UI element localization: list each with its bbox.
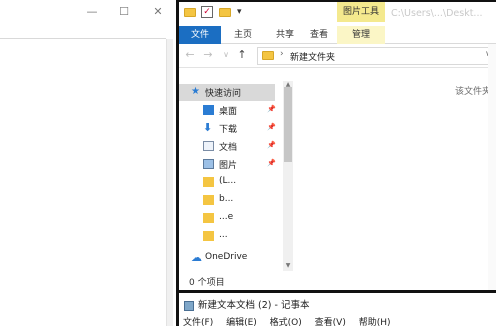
tab-share[interactable]: 共享 <box>269 26 301 44</box>
folder-icon <box>203 213 214 223</box>
nav-label: 文档 <box>219 143 238 153</box>
tab-manage[interactable]: 管理 <box>337 26 385 44</box>
nav-item-folder[interactable]: b... <box>179 192 275 209</box>
picture-tools-header: 图片工具 <box>337 2 385 22</box>
minimize-button[interactable]: — <box>84 4 100 20</box>
item-count: 0 个项目 <box>189 278 225 288</box>
close-button[interactable]: ✕ <box>150 4 166 20</box>
nav-item-folder[interactable]: ...e <box>179 210 275 227</box>
nav-label: b... <box>219 194 234 204</box>
menu-file[interactable]: 文件(F) <box>183 318 213 326</box>
nav-label: 下载 <box>219 125 238 135</box>
nav-item-folder[interactable]: ... <box>179 228 275 245</box>
nav-item-downloads[interactable]: ⬇ 下载 📌 <box>179 120 276 137</box>
nav-label: OneDrive <box>205 252 248 262</box>
folder-icon <box>203 231 214 241</box>
star-icon: ★ <box>191 86 200 97</box>
folder-icon <box>203 177 214 187</box>
nav-label: 图片 <box>219 161 238 171</box>
menu-format[interactable]: 格式(O) <box>270 318 302 326</box>
up-arrow-icon[interactable]: ↑ <box>235 47 249 63</box>
status-bar: 0 个项目 <box>179 272 496 290</box>
address-field[interactable]: › 新建文件夹 ∨ <box>257 47 496 65</box>
navigation-scrollbar[interactable]: ▲ ▼ <box>283 81 293 271</box>
cloud-icon: ☁ <box>191 251 202 264</box>
pin-icon[interactable]: 📌 <box>267 105 276 113</box>
background-titlebar: — ☐ ✕ <box>0 0 176 26</box>
window-title-path: C:\Users\...\Deskt... <box>391 8 483 19</box>
nav-item-onedrive[interactable]: ☁ OneDrive <box>179 250 275 267</box>
forward-arrow-icon[interactable]: → <box>201 47 215 63</box>
address-bar: ← → ∨ ↑ › 新建文件夹 ∨ <box>179 44 496 68</box>
quick-access-dropdown-icon[interactable]: ▾ <box>237 6 249 18</box>
nav-item-desktop[interactable]: 桌面 📌 <box>179 102 276 119</box>
ribbon-tabs: 文件 主页 共享 查看 管理 <box>179 26 496 44</box>
nav-item-quick-access[interactable]: ★ 快速访问 <box>179 84 275 101</box>
nav-label: ...e <box>219 212 234 222</box>
scroll-thumb[interactable] <box>284 87 292 162</box>
nav-label: (L... <box>219 176 237 186</box>
tab-home[interactable]: 主页 <box>227 26 259 44</box>
navigation-pane: ★ 快速访问 桌面 📌 ⬇ 下载 📌 文档 📌 图片 📌 (L... b... … <box>179 80 285 274</box>
explorer-titlebar: ✓ ▾ 图片工具 C:\Users\...\Deskt... <box>179 2 496 26</box>
folder-icon <box>203 195 214 205</box>
folder-icon <box>184 6 196 18</box>
nav-item-documents[interactable]: 文档 📌 <box>179 138 276 155</box>
pin-icon[interactable]: 📌 <box>267 159 276 167</box>
menu-view[interactable]: 查看(V) <box>315 318 346 326</box>
recent-locations-icon[interactable]: ∨ <box>219 47 233 63</box>
folder-icon <box>262 51 274 60</box>
background-scrollbar[interactable] <box>166 39 173 326</box>
tab-view[interactable]: 查看 <box>303 26 335 44</box>
desktop-icon <box>203 105 214 115</box>
content-scrollbar[interactable] <box>488 44 496 290</box>
document-icon <box>203 141 214 151</box>
properties-check-icon[interactable]: ✓ <box>201 6 213 18</box>
download-icon: ⬇ <box>203 121 213 134</box>
pin-icon[interactable]: 📌 <box>267 141 276 149</box>
nav-item-pictures[interactable]: 图片 📌 <box>179 156 276 173</box>
nav-label: ... <box>219 230 228 240</box>
pin-icon[interactable]: 📌 <box>267 123 276 131</box>
scroll-down-icon[interactable]: ▼ <box>283 262 293 269</box>
address-current-folder: 新建文件夹 <box>290 53 336 63</box>
background-ribbon-divider <box>0 38 166 39</box>
back-arrow-icon[interactable]: ← <box>183 47 197 63</box>
tab-file[interactable]: 文件 <box>179 26 221 44</box>
new-folder-icon[interactable] <box>219 6 231 18</box>
chevron-right-icon: › <box>280 49 284 59</box>
notepad-titlebar: 新建文本文档 (2) - 记事本 <box>184 297 309 311</box>
nav-label: 桌面 <box>219 107 238 117</box>
notepad-menubar: 文件(F) 编辑(E) 格式(O) 查看(V) 帮助(H) <box>183 315 401 326</box>
pictures-icon <box>203 159 214 169</box>
nav-label: 快速访问 <box>205 89 242 99</box>
background-explorer-window: — ☐ ✕ <box>0 0 176 326</box>
menu-edit[interactable]: 编辑(E) <box>226 318 257 326</box>
maximize-button[interactable]: ☐ <box>116 4 132 20</box>
notepad-icon <box>184 300 194 311</box>
explorer-window: ✓ ▾ 图片工具 C:\Users\...\Deskt... 文件 主页 共享 … <box>176 0 496 290</box>
menu-help[interactable]: 帮助(H) <box>359 318 391 326</box>
notepad-title: 新建文本文档 (2) - 记事本 <box>198 300 310 311</box>
notepad-window: 新建文本文档 (2) - 记事本 文件(F) 编辑(E) 格式(O) 查看(V)… <box>176 290 496 326</box>
nav-item-folder[interactable]: (L... <box>179 174 275 191</box>
